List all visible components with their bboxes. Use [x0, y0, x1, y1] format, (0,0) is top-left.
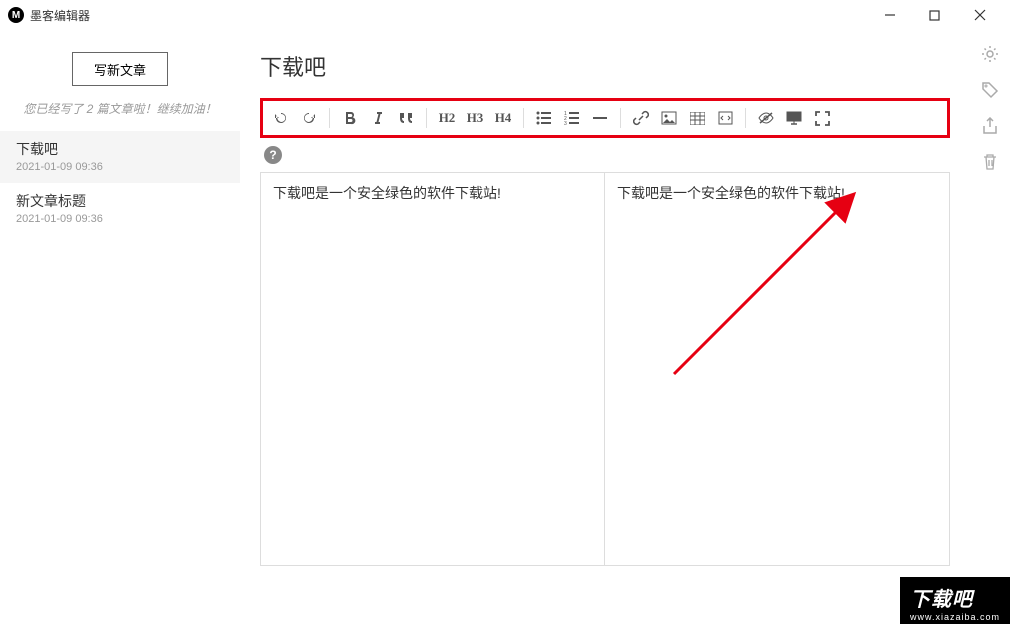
app-icon: M [8, 7, 24, 23]
watermark: 下载吧 www.xiazaiba.com [900, 577, 1010, 624]
monitor-button[interactable] [780, 104, 808, 132]
article-item[interactable]: 新文章标题 2021-01-09 09:36 [0, 183, 240, 235]
undo-button[interactable] [267, 104, 295, 132]
link-button[interactable] [627, 104, 655, 132]
article-item[interactable]: 下载吧 2021-01-09 09:36 [0, 131, 240, 183]
quote-button[interactable] [392, 104, 420, 132]
help-row: ? [260, 138, 950, 172]
article-item-date: 2021-01-09 09:36 [16, 161, 224, 173]
table-button[interactable] [683, 104, 711, 132]
h3-button[interactable]: H3 [461, 104, 489, 132]
app-title: 墨客编辑器 [30, 7, 90, 24]
ordered-list-button[interactable]: 123 [558, 104, 586, 132]
titlebar: M 墨客编辑器 [0, 0, 1010, 30]
window-controls [867, 0, 1002, 30]
article-item-title: 新文章标题 [16, 191, 224, 211]
watermark-sub: www.xiazaiba.com [910, 612, 1000, 622]
tag-icon[interactable] [980, 80, 1000, 100]
document-title[interactable]: 下载吧 [260, 42, 950, 98]
editor-area: 下载吧 H2 H3 H4 123 ? [240, 30, 970, 624]
article-count-text: 您已经写了 2 篇文章啦！继续加油！ [0, 100, 240, 117]
settings-icon[interactable] [980, 44, 1000, 64]
article-list: 下载吧 2021-01-09 09:36 新文章标题 2021-01-09 09… [0, 131, 240, 235]
svg-text:3: 3 [564, 121, 567, 125]
preview-pane: 下载吧是一个安全绿色的软件下载站! [605, 173, 949, 565]
italic-button[interactable] [364, 104, 392, 132]
trash-icon[interactable] [980, 152, 1000, 172]
source-pane[interactable]: 下载吧是一个安全绿色的软件下载站! [261, 173, 605, 565]
horizontal-rule-button[interactable] [586, 104, 614, 132]
redo-button[interactable] [295, 104, 323, 132]
h4-button[interactable]: H4 [489, 104, 517, 132]
close-button[interactable] [957, 0, 1002, 30]
right-sidebar [970, 30, 1010, 624]
code-button[interactable] [711, 104, 739, 132]
fullscreen-button[interactable] [808, 104, 836, 132]
help-icon[interactable]: ? [264, 146, 282, 164]
toolbar: H2 H3 H4 123 [260, 98, 950, 138]
editor-split: 下载吧是一个安全绿色的软件下载站! 下载吧是一个安全绿色的软件下载站! [260, 172, 950, 566]
new-article-button[interactable]: 写新文章 [72, 52, 168, 86]
unordered-list-button[interactable] [530, 104, 558, 132]
watermark-main: 下载吧 [910, 589, 973, 611]
export-icon[interactable] [980, 116, 1000, 136]
minimize-button[interactable] [867, 0, 912, 30]
maximize-button[interactable] [912, 0, 957, 30]
preview-toggle-button[interactable] [752, 104, 780, 132]
article-item-date: 2021-01-09 09:36 [16, 213, 224, 225]
image-button[interactable] [655, 104, 683, 132]
article-item-title: 下载吧 [16, 139, 224, 159]
sidebar: 写新文章 您已经写了 2 篇文章啦！继续加油！ 下载吧 2021-01-09 0… [0, 30, 240, 624]
h2-button[interactable]: H2 [433, 104, 461, 132]
bold-button[interactable] [336, 104, 364, 132]
